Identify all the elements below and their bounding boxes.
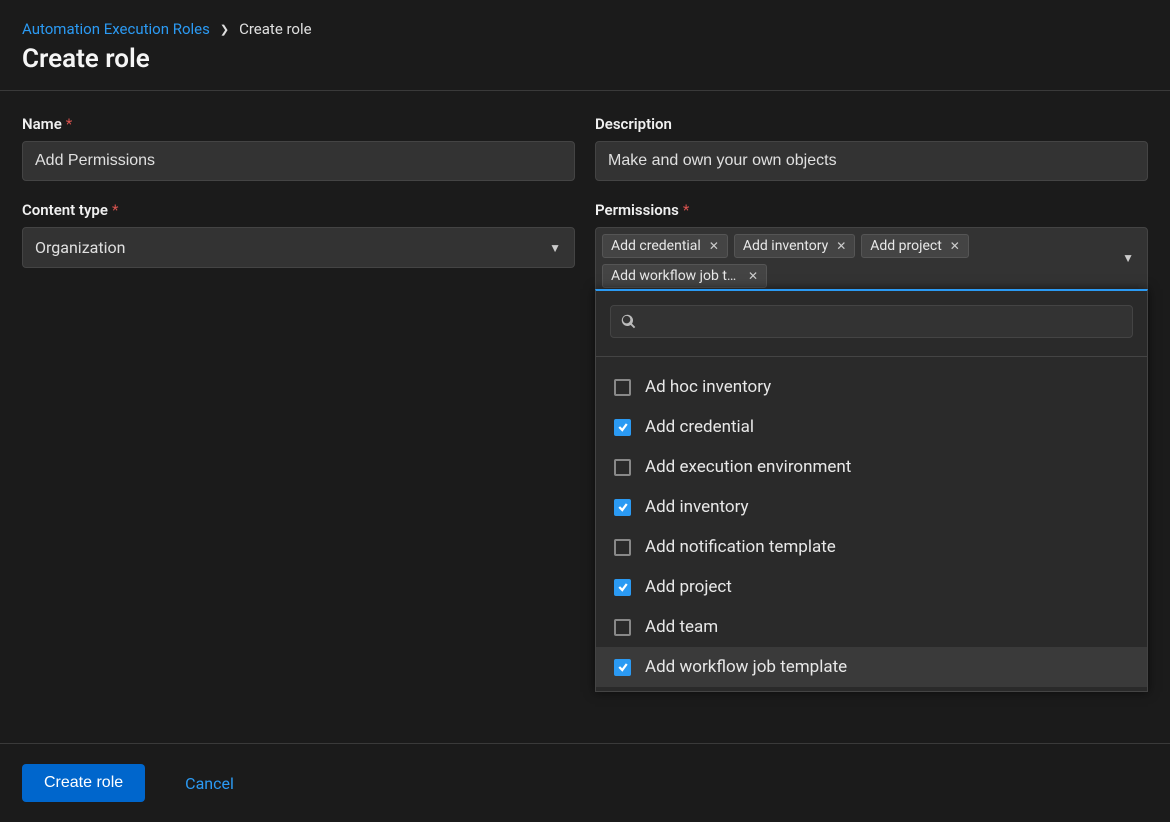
name-label: Name* <box>22 115 575 133</box>
permission-option[interactable]: Add project <box>596 567 1147 607</box>
search-icon <box>621 314 636 329</box>
content-type-label: Content type* <box>22 201 575 219</box>
permission-option-label: Add workflow job template <box>645 657 847 677</box>
name-input[interactable] <box>22 141 575 181</box>
breadcrumb: Automation Execution Roles ❯ Create role <box>22 20 1148 38</box>
checkbox-icon[interactable] <box>614 379 631 396</box>
checkbox-icon[interactable] <box>614 579 631 596</box>
permission-chip-label: Add project <box>870 238 942 254</box>
permissions-multiselect[interactable]: Add credential✕Add inventory✕Add project… <box>595 227 1148 295</box>
permission-chip-label: Add inventory <box>743 238 828 254</box>
permission-chip: Add project ✕ <box>861 234 969 258</box>
permission-chip-label: Add credential <box>611 238 701 254</box>
permission-chip: Add workflow job tem... ✕ <box>602 264 767 288</box>
checkbox-icon[interactable] <box>614 459 631 476</box>
close-icon[interactable]: ✕ <box>748 269 758 283</box>
required-star-icon: * <box>683 201 689 219</box>
breadcrumb-parent-link[interactable]: Automation Execution Roles <box>22 20 210 38</box>
permissions-label: Permissions* <box>595 201 1148 219</box>
content-type-field: Content type* Organization ▼ <box>22 201 575 295</box>
checkbox-icon[interactable] <box>614 419 631 436</box>
page-header: Automation Execution Roles ❯ Create role… <box>0 0 1170 91</box>
required-star-icon: * <box>66 115 72 133</box>
permissions-field: Permissions* Add credential✕Add inventor… <box>595 201 1148 295</box>
checkbox-icon[interactable] <box>614 499 631 516</box>
checkbox-icon[interactable] <box>614 619 631 636</box>
permission-option[interactable]: Add inventory <box>596 487 1147 527</box>
form-area: Name* Description Content type* Organiza… <box>0 91 1170 319</box>
checkbox-icon[interactable] <box>614 659 631 676</box>
description-input[interactable] <box>595 141 1148 181</box>
checkbox-icon[interactable] <box>614 539 631 556</box>
description-label: Description <box>595 115 1148 133</box>
chevron-right-icon: ❯ <box>220 23 229 36</box>
permission-option[interactable]: Ad hoc inventory <box>596 367 1147 407</box>
content-type-value: Organization <box>22 227 575 268</box>
close-icon[interactable]: ✕ <box>709 239 719 253</box>
close-icon[interactable]: ✕ <box>836 239 846 253</box>
close-icon[interactable]: ✕ <box>950 239 960 253</box>
required-star-icon: * <box>112 201 118 219</box>
breadcrumb-current: Create role <box>239 20 312 38</box>
permission-option[interactable]: Add credential <box>596 407 1147 447</box>
permission-option[interactable]: Add execution environment <box>596 447 1147 487</box>
permissions-chip-input[interactable]: Add credential✕Add inventory✕Add project… <box>595 227 1148 295</box>
permission-option-label: Add team <box>645 617 718 637</box>
permission-option-label: Add notification template <box>645 537 836 557</box>
page-title: Create role <box>22 44 1148 74</box>
create-role-button[interactable]: Create role <box>22 764 145 802</box>
permission-option-label: Add credential <box>645 417 754 437</box>
cancel-button[interactable]: Cancel <box>185 774 234 793</box>
content-type-select[interactable]: Organization ▼ <box>22 227 575 268</box>
permission-option-label: Ad hoc inventory <box>645 377 771 397</box>
permissions-search-row <box>596 291 1147 346</box>
permission-option[interactable]: Add notification template <box>596 527 1147 567</box>
permission-chip: Add inventory ✕ <box>734 234 855 258</box>
name-field: Name* <box>22 115 575 181</box>
description-field: Description <box>595 115 1148 181</box>
permission-option[interactable]: Add workflow job template <box>596 647 1147 687</box>
permission-option-label: Add inventory <box>645 497 749 517</box>
permissions-search-input[interactable] <box>610 305 1133 338</box>
footer-bar: Create role Cancel <box>0 743 1170 822</box>
permissions-dropdown-panel: Ad hoc inventory Add credential Add execut… <box>595 289 1148 692</box>
permission-option-label: Add execution environment <box>645 457 851 477</box>
permission-option-label: Add project <box>645 577 732 597</box>
permission-chip: Add credential ✕ <box>602 234 728 258</box>
permission-chip-label: Add workflow job tem... <box>611 268 740 284</box>
permissions-options-list: Ad hoc inventory Add credential Add execut… <box>596 357 1147 691</box>
permission-option[interactable]: Add team <box>596 607 1147 647</box>
